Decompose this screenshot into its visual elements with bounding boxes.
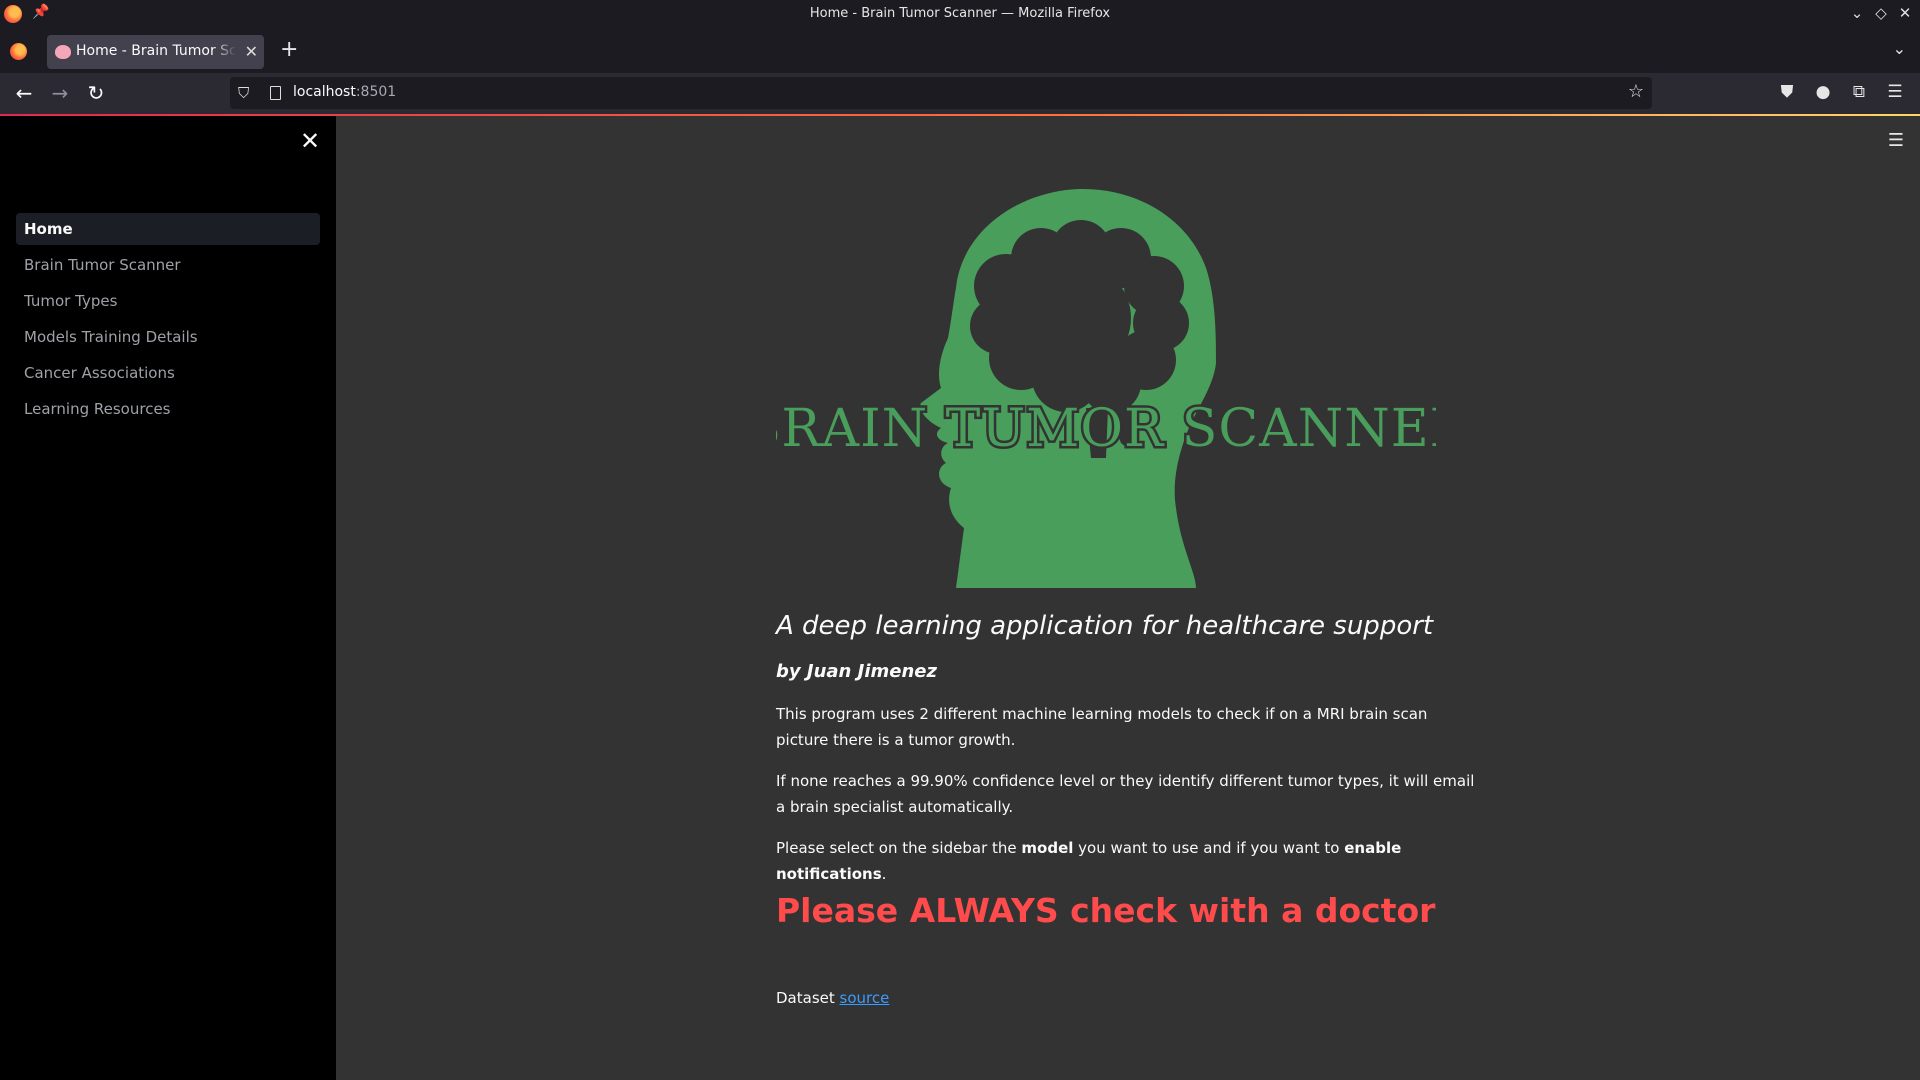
nav-toolbar: ← → ↻ ⛉ localhost:8501 ☆ ⛊ ● ⧉ ☰ — [0, 73, 1920, 114]
tab-strip: Home - Brain Tumor Scanner ✕ + ⌄ — [0, 29, 1920, 73]
tab-home[interactable]: Home - Brain Tumor Scanner ✕ — [47, 35, 264, 69]
hamburger-menu-icon[interactable]: ☰ — [1888, 130, 1904, 151]
sidebar-item-tumor-types[interactable]: Tumor Types — [16, 285, 320, 317]
pocket-icon[interactable]: ⛊ — [1776, 82, 1798, 102]
sidebar-nav: Home Brain Tumor Scanner Tumor Types Mod… — [16, 213, 320, 429]
close-sidebar-icon[interactable]: ✕ — [300, 127, 320, 155]
url-text[interactable]: localhost:8501 — [293, 84, 396, 100]
extensions-icon[interactable]: ⧉ — [1848, 82, 1870, 102]
brain-favicon-icon — [55, 45, 71, 59]
description-paragraph-1: This program uses 2 different machine le… — [776, 705, 1428, 749]
url-bar[interactable]: ⛉ localhost:8501 ☆ — [230, 77, 1652, 109]
back-icon[interactable]: ← — [12, 81, 36, 105]
new-tab-icon[interactable]: + — [280, 37, 298, 62]
sidebar-item-home[interactable]: Home — [16, 213, 320, 245]
app-menu-icon[interactable]: ☰ — [1884, 82, 1906, 102]
account-icon[interactable]: ● — [1812, 82, 1834, 102]
restore-icon[interactable]: ◇ — [1872, 4, 1890, 22]
sidebar-item-brain-tumor-scanner[interactable]: Brain Tumor Scanner — [16, 249, 320, 281]
description-paragraph-3: Please select on the sidebar the model y… — [776, 839, 1402, 883]
window-titlebar: 📌 Home - Brain Tumor Scanner — Mozilla F… — [0, 0, 1920, 29]
dataset-line: Dataset source — [776, 989, 890, 1007]
shield-icon[interactable]: ⛉ — [238, 84, 249, 102]
main-area: ☰ BRAIN TUMOR SCANNER A deep learning ap… — [336, 116, 1920, 1080]
tab-label: Home - Brain Tumor Scanner — [76, 43, 236, 59]
page-icon[interactable] — [270, 86, 281, 100]
page-headline: A deep learning application for healthca… — [776, 611, 1434, 641]
dataset-source-link[interactable]: source — [840, 989, 890, 1007]
list-all-tabs-icon[interactable]: ⌄ — [1893, 39, 1906, 58]
brain-tumor-scanner-logo: BRAIN TUMOR SCANNER — [776, 189, 1436, 588]
author-byline: by Juan Jimenez — [776, 661, 937, 682]
window-title: Home - Brain Tumor Scanner — Mozilla Fir… — [809, 6, 1111, 21]
firefox-view-icon[interactable] — [10, 43, 27, 60]
sidebar: ✕ Home Brain Tumor Scanner Tumor Types M… — [0, 116, 336, 1080]
forward-icon[interactable]: → — [48, 81, 72, 105]
reload-icon[interactable]: ↻ — [84, 81, 108, 105]
sidebar-item-learning-resources[interactable]: Learning Resources — [16, 393, 320, 425]
tab-close-icon[interactable]: ✕ — [245, 42, 258, 61]
close-window-icon[interactable]: ✕ — [1896, 4, 1914, 22]
doctor-warning: Please ALWAYS check with a doctor — [776, 891, 1436, 930]
sidebar-item-models-training-details[interactable]: Models Training Details — [16, 321, 320, 353]
bookmark-star-icon[interactable]: ☆ — [1628, 81, 1644, 102]
logo-title: BRAIN TUMOR SCANNER — [776, 399, 1436, 459]
description-paragraph-2: If none reaches a 99.90% confidence leve… — [776, 772, 1475, 816]
sidebar-item-cancer-associations[interactable]: Cancer Associations — [16, 357, 320, 389]
minimize-chevron-icon[interactable]: ⌄ — [1848, 4, 1866, 22]
